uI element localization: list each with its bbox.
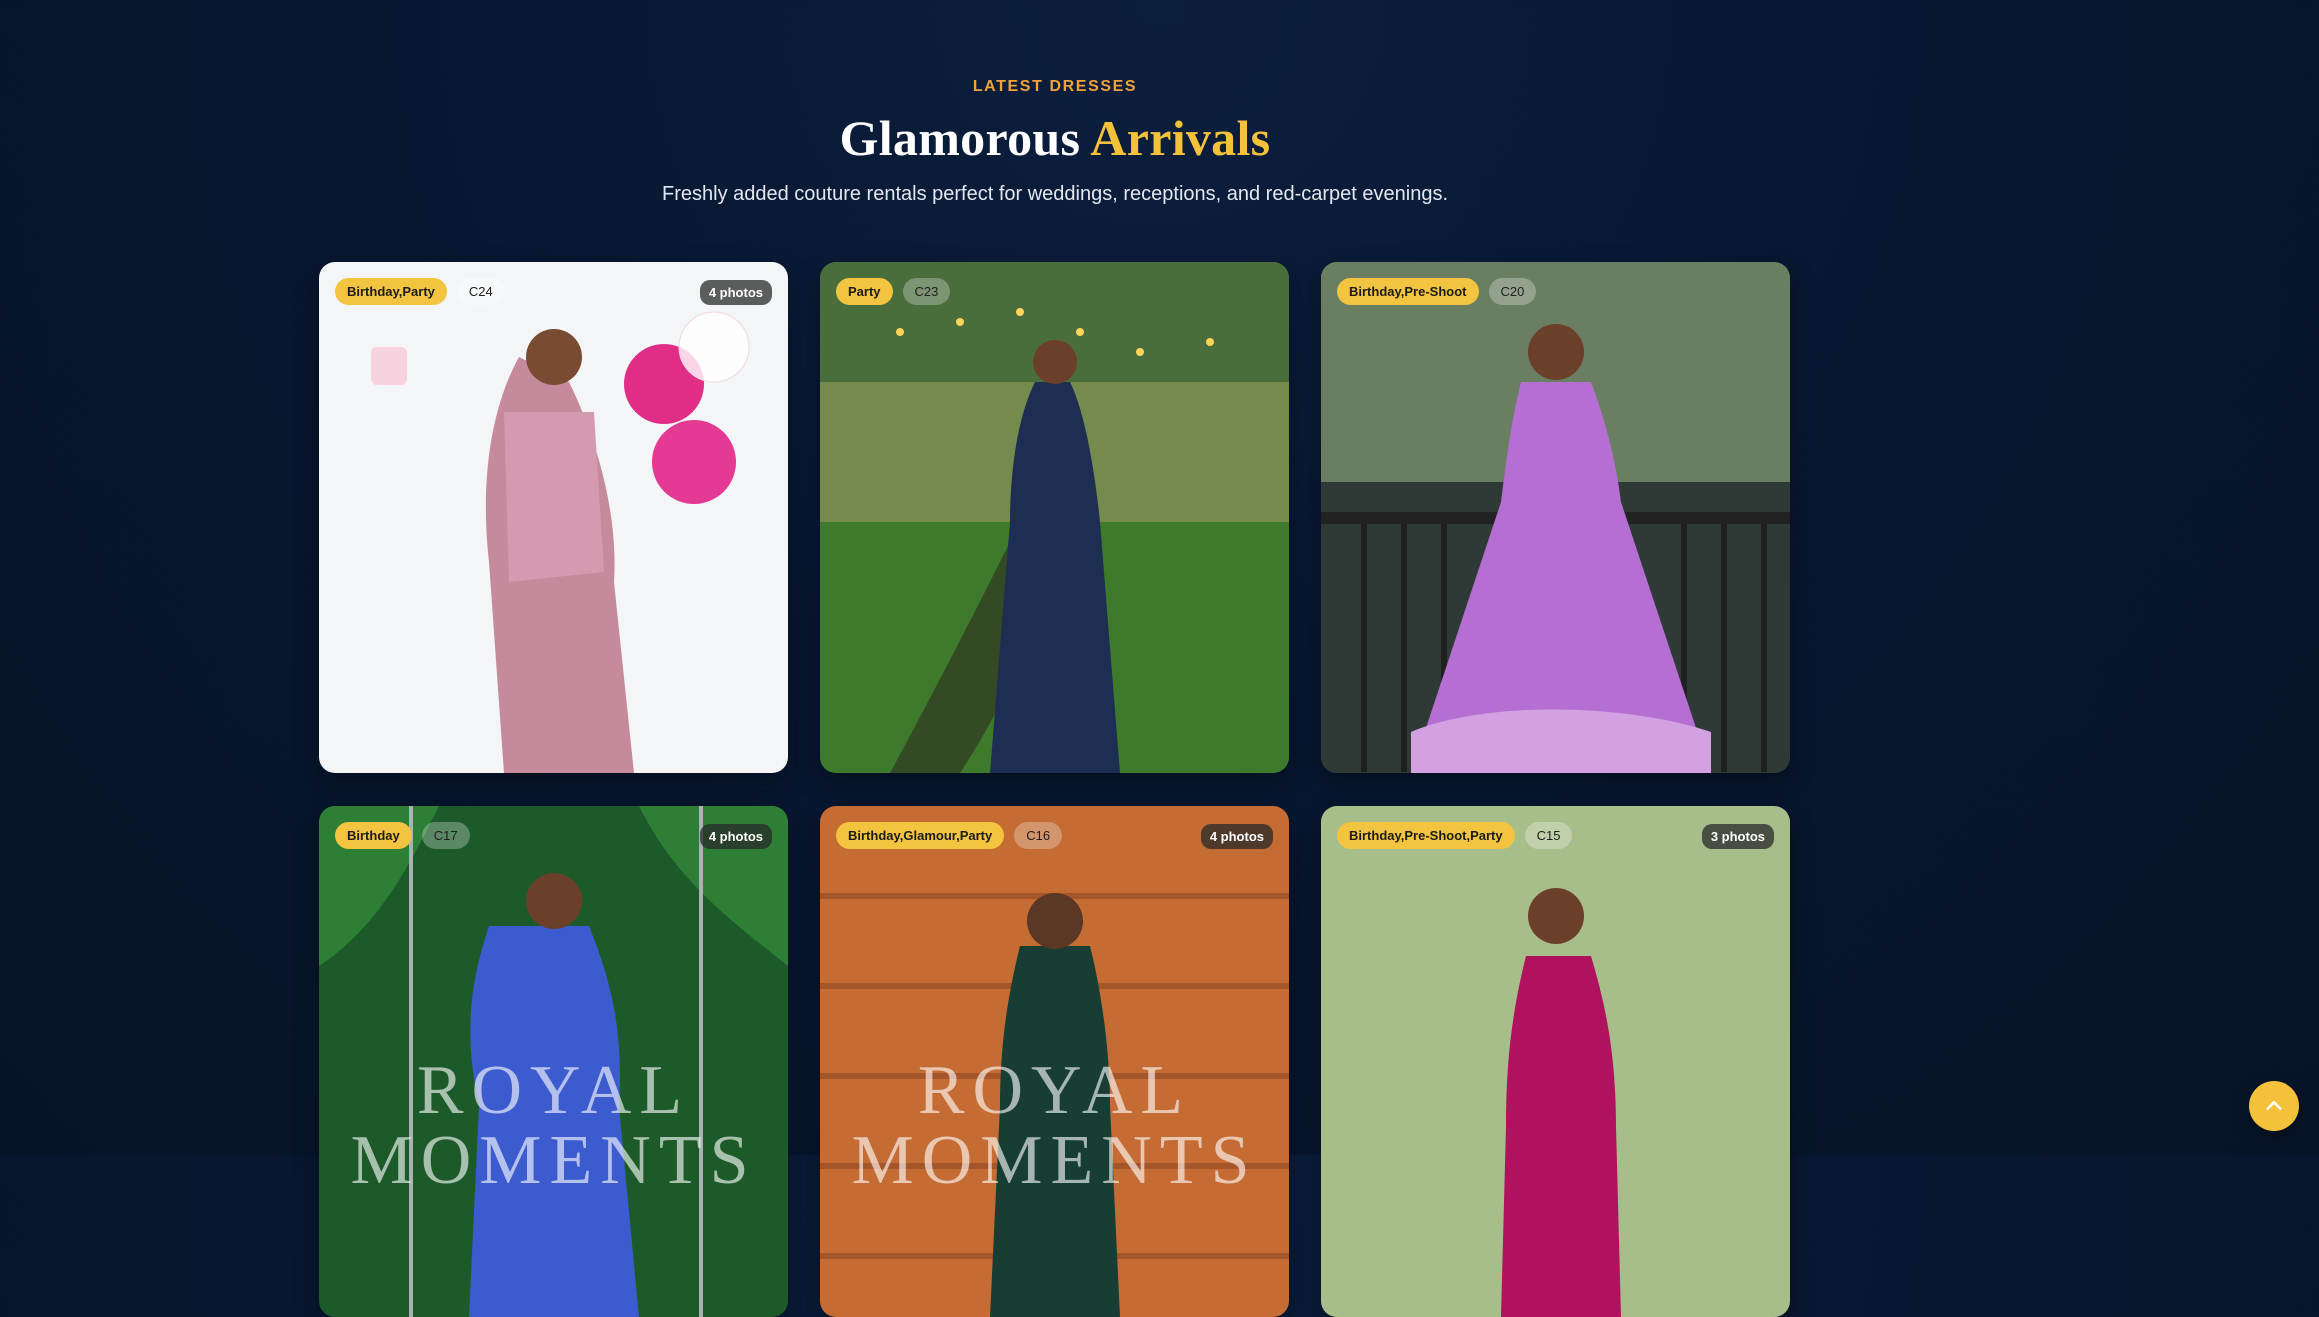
card-tags: Birthday C17 [335,822,470,849]
code-tag: C15 [1524,822,1573,849]
section-eyebrow: LATEST DRESSES [972,78,1138,95]
photo-count-badge: 4 photos [699,824,772,849]
scroll-to-top-button[interactable] [2249,1081,2299,1131]
title-accent: Arrivals [1090,110,1271,166]
section-subtitle: Freshly added couture rentals perfect fo… [662,183,1448,205]
dress-photo [1321,262,1790,773]
title-main: Glamorous [839,110,1081,166]
chevron-up-icon [2266,1101,2282,1111]
card-tags: Birthday,Party C24 [335,278,505,305]
category-tag[interactable]: Party [836,278,893,305]
card-tags: Party C23 [836,278,951,305]
photo-count-badge: 4 photos [1200,824,1273,849]
dress-photo [319,806,788,1317]
dress-photo [1321,806,1790,1317]
dress-grid: Birthday,Party C24 4 photos Party C23 Bi… [319,262,1790,1317]
section-header: LATEST DRESSES Glamorous Arrivals Freshl… [0,78,2110,206]
dress-card-c15[interactable]: Birthday,Pre-Shoot,Party C15 3 photos [1321,806,1790,1317]
category-tag[interactable]: Birthday,Glamour,Party [836,822,1005,849]
category-tag[interactable]: Birthday,Pre-Shoot,Party [1337,822,1515,849]
dress-card-c24[interactable]: Birthday,Party C24 4 photos [319,262,788,773]
card-tags: Birthday,Glamour,Party C16 [836,822,1063,849]
category-tag[interactable]: Birthday,Party [335,278,447,305]
code-tag: C17 [421,822,470,849]
code-tag: C24 [456,278,505,305]
category-tag[interactable]: Birthday [335,822,412,849]
code-tag: C20 [1488,278,1537,305]
dress-card-c16[interactable]: Birthday,Glamour,Party C16 4 photos ROYA… [820,806,1289,1317]
category-tag[interactable]: Birthday,Pre-Shoot [1337,278,1479,305]
dress-photo [319,262,788,773]
dress-card-c23[interactable]: Party C23 [820,262,1289,773]
dress-photo [820,806,1289,1317]
photo-count-badge: 3 photos [1701,824,1774,849]
card-tags: Birthday,Pre-Shoot,Party C15 [1337,822,1573,849]
code-tag: C23 [902,278,951,305]
dress-card-c20[interactable]: Birthday,Pre-Shoot C20 [1321,262,1790,773]
section-title: Glamorous Arrivals [0,106,2110,171]
card-tags: Birthday,Pre-Shoot C20 [1337,278,1537,305]
dress-photo [820,262,1289,773]
dress-card-c17[interactable]: Birthday C17 4 photos ROYAL MOMENTS [319,806,788,1317]
code-tag: C16 [1014,822,1063,849]
photo-count-badge: 4 photos [699,280,772,305]
